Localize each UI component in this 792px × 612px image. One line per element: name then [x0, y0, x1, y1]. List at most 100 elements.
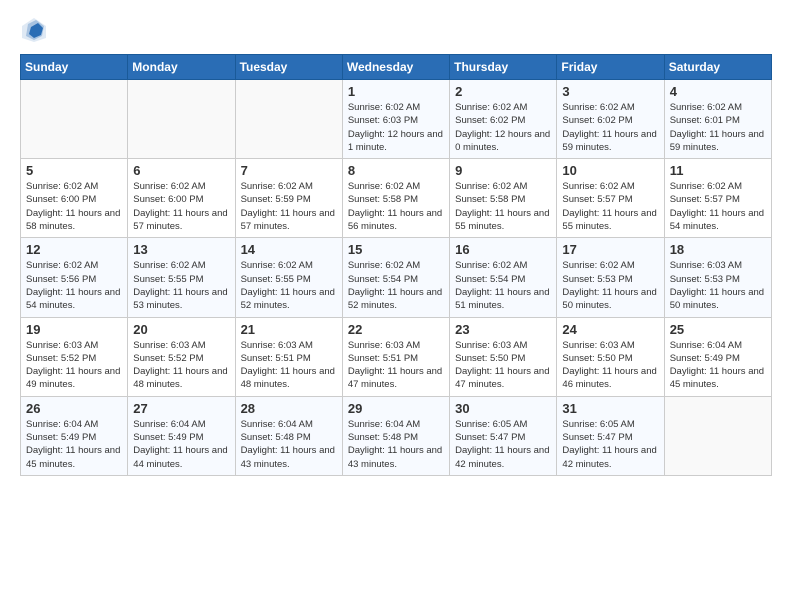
day-info: Sunrise: 6:04 AMSunset: 5:49 PMDaylight:…: [133, 418, 229, 471]
calendar-cell: [664, 396, 771, 475]
calendar-cell: 20 Sunrise: 6:03 AMSunset: 5:52 PMDayligh…: [128, 317, 235, 396]
day-number: 12: [26, 242, 122, 257]
logo-icon: [20, 16, 48, 44]
week-row-1: 1 Sunrise: 6:02 AMSunset: 6:03 PMDaylight…: [21, 80, 772, 159]
day-info: Sunrise: 6:02 AMSunset: 6:01 PMDaylight:…: [670, 101, 766, 154]
calendar-cell: 7 Sunrise: 6:02 AMSunset: 5:59 PMDaylight…: [235, 159, 342, 238]
calendar-header: SundayMondayTuesdayWednesdayThursdayFrid…: [21, 55, 772, 80]
day-info: Sunrise: 6:02 AMSunset: 5:58 PMDaylight:…: [455, 180, 551, 233]
day-info: Sunrise: 6:04 AMSunset: 5:49 PMDaylight:…: [670, 339, 766, 392]
week-row-4: 19Sunrise: 6:03 AMSunset: 5:52 PMDayligh…: [21, 317, 772, 396]
calendar-cell: 11 Sunrise: 6:02 AMSunset: 5:57 PMDayligh…: [664, 159, 771, 238]
calendar-cell: 31 Sunrise: 6:05 AMSunset: 5:47 PMDayligh…: [557, 396, 664, 475]
day-number: 13: [133, 242, 229, 257]
calendar-cell: 30 Sunrise: 6:05 AMSunset: 5:47 PMDayligh…: [450, 396, 557, 475]
calendar-cell: 27 Sunrise: 6:04 AMSunset: 5:49 PMDayligh…: [128, 396, 235, 475]
calendar-cell: 15 Sunrise: 6:02 AMSunset: 5:54 PMDayligh…: [342, 238, 449, 317]
day-number: 9: [455, 163, 551, 178]
calendar-cell: 29 Sunrise: 6:04 AMSunset: 5:48 PMDayligh…: [342, 396, 449, 475]
calendar-cell: 10Sunrise: 6:02 AMSunset: 5:57 PMDayligh…: [557, 159, 664, 238]
col-header-saturday: Saturday: [664, 55, 771, 80]
day-info: Sunrise: 6:03 AMSunset: 5:51 PMDaylight:…: [241, 339, 337, 392]
day-info: Sunrise: 6:04 AMSunset: 5:48 PMDaylight:…: [348, 418, 444, 471]
day-info: Sunrise: 6:02 AMSunset: 5:56 PMDaylight:…: [26, 259, 122, 312]
day-info: Sunrise: 6:02 AMSunset: 6:00 PMDaylight:…: [133, 180, 229, 233]
day-info: Sunrise: 6:03 AMSunset: 5:52 PMDaylight:…: [26, 339, 122, 392]
day-number: 3: [562, 84, 658, 99]
day-info: Sunrise: 6:05 AMSunset: 5:47 PMDaylight:…: [455, 418, 551, 471]
col-header-sunday: Sunday: [21, 55, 128, 80]
day-info: Sunrise: 6:02 AMSunset: 5:53 PMDaylight:…: [562, 259, 658, 312]
day-number: 27: [133, 401, 229, 416]
header-row: SundayMondayTuesdayWednesdayThursdayFrid…: [21, 55, 772, 80]
calendar-cell: 9 Sunrise: 6:02 AMSunset: 5:58 PMDaylight…: [450, 159, 557, 238]
calendar-cell: 23Sunrise: 6:03 AMSunset: 5:50 PMDayligh…: [450, 317, 557, 396]
col-header-tuesday: Tuesday: [235, 55, 342, 80]
col-header-friday: Friday: [557, 55, 664, 80]
calendar-cell: [128, 80, 235, 159]
day-info: Sunrise: 6:05 AMSunset: 5:47 PMDaylight:…: [562, 418, 658, 471]
day-number: 31: [562, 401, 658, 416]
day-number: 16: [455, 242, 551, 257]
header: [20, 16, 772, 44]
day-info: Sunrise: 6:02 AMSunset: 5:57 PMDaylight:…: [670, 180, 766, 233]
day-info: Sunrise: 6:02 AMSunset: 6:03 PMDaylight:…: [348, 101, 444, 154]
day-info: Sunrise: 6:03 AMSunset: 5:50 PMDaylight:…: [562, 339, 658, 392]
day-info: Sunrise: 6:02 AMSunset: 5:54 PMDaylight:…: [348, 259, 444, 312]
calendar-cell: 26 Sunrise: 6:04 AMSunset: 5:49 PMDayligh…: [21, 396, 128, 475]
calendar-cell: 6 Sunrise: 6:02 AMSunset: 6:00 PMDaylight…: [128, 159, 235, 238]
calendar-cell: 1 Sunrise: 6:02 AMSunset: 6:03 PMDaylight…: [342, 80, 449, 159]
calendar-cell: 5Sunrise: 6:02 AMSunset: 6:00 PMDaylight…: [21, 159, 128, 238]
calendar-cell: 12 Sunrise: 6:02 AMSunset: 5:56 PMDayligh…: [21, 238, 128, 317]
calendar-cell: 8 Sunrise: 6:02 AMSunset: 5:58 PMDaylight…: [342, 159, 449, 238]
calendar-cell: 19Sunrise: 6:03 AMSunset: 5:52 PMDayligh…: [21, 317, 128, 396]
calendar-cell: 3Sunrise: 6:02 AMSunset: 6:02 PMDaylight…: [557, 80, 664, 159]
day-number: 20: [133, 322, 229, 337]
day-number: 15: [348, 242, 444, 257]
col-header-monday: Monday: [128, 55, 235, 80]
calendar-cell: 2Sunrise: 6:02 AMSunset: 6:02 PMDaylight…: [450, 80, 557, 159]
calendar-cell: 21 Sunrise: 6:03 AMSunset: 5:51 PMDayligh…: [235, 317, 342, 396]
day-number: 26: [26, 401, 122, 416]
calendar-body: 1 Sunrise: 6:02 AMSunset: 6:03 PMDaylight…: [21, 80, 772, 476]
day-info: Sunrise: 6:03 AMSunset: 5:51 PMDaylight:…: [348, 339, 444, 392]
col-header-thursday: Thursday: [450, 55, 557, 80]
week-row-3: 12 Sunrise: 6:02 AMSunset: 5:56 PMDayligh…: [21, 238, 772, 317]
day-number: 24: [562, 322, 658, 337]
day-number: 1: [348, 84, 444, 99]
day-info: Sunrise: 6:04 AMSunset: 5:48 PMDaylight:…: [241, 418, 337, 471]
day-number: 30: [455, 401, 551, 416]
calendar-cell: [21, 80, 128, 159]
calendar-cell: [235, 80, 342, 159]
calendar-cell: 14 Sunrise: 6:02 AMSunset: 5:55 PMDayligh…: [235, 238, 342, 317]
calendar-cell: 18Sunrise: 6:03 AMSunset: 5:53 PMDayligh…: [664, 238, 771, 317]
day-number: 23: [455, 322, 551, 337]
calendar-table: SundayMondayTuesdayWednesdayThursdayFrid…: [20, 54, 772, 476]
day-number: 25: [670, 322, 766, 337]
day-info: Sunrise: 6:02 AMSunset: 5:59 PMDaylight:…: [241, 180, 337, 233]
day-info: Sunrise: 6:02 AMSunset: 5:54 PMDaylight:…: [455, 259, 551, 312]
day-info: Sunrise: 6:02 AMSunset: 5:55 PMDaylight:…: [241, 259, 337, 312]
col-header-wednesday: Wednesday: [342, 55, 449, 80]
day-number: 28: [241, 401, 337, 416]
day-number: 8: [348, 163, 444, 178]
day-number: 21: [241, 322, 337, 337]
day-number: 7: [241, 163, 337, 178]
day-number: 5: [26, 163, 122, 178]
day-info: Sunrise: 6:02 AMSunset: 5:57 PMDaylight:…: [562, 180, 658, 233]
page: SundayMondayTuesdayWednesdayThursdayFrid…: [0, 0, 792, 492]
week-row-2: 5 Sunrise: 6:02 AMSunset: 6:00 PMDaylight…: [21, 159, 772, 238]
day-number: 14: [241, 242, 337, 257]
day-info: Sunrise: 6:03 AMSunset: 5:52 PMDaylight:…: [133, 339, 229, 392]
day-info: Sunrise: 6:04 AMSunset: 5:49 PMDaylight:…: [26, 418, 122, 471]
calendar-cell: 4Sunrise: 6:02 AMSunset: 6:01 PMDaylight…: [664, 80, 771, 159]
calendar-cell: 24 Sunrise: 6:03 AMSunset: 5:50 PMDayligh…: [557, 317, 664, 396]
day-number: 11: [670, 163, 766, 178]
day-number: 29: [348, 401, 444, 416]
calendar-cell: 16 Sunrise: 6:02 AMSunset: 5:54 PMDayligh…: [450, 238, 557, 317]
day-number: 17: [562, 242, 658, 257]
logo: [20, 16, 52, 44]
week-row-5: 26 Sunrise: 6:04 AMSunset: 5:49 PMDayligh…: [21, 396, 772, 475]
day-info: Sunrise: 6:02 AMSunset: 5:58 PMDaylight:…: [348, 180, 444, 233]
day-number: 6: [133, 163, 229, 178]
